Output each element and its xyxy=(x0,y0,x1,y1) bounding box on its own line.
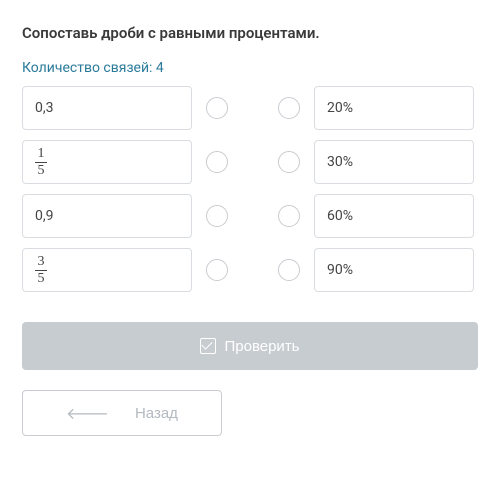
matching-rows: 0,3 20% 1 5 30% 0,9 60% xyxy=(22,86,478,292)
right-item-2[interactable]: 60% xyxy=(314,194,474,238)
fraction-icon: 3 5 xyxy=(35,255,47,286)
fraction-denominator: 5 xyxy=(35,270,47,286)
match-row: 0,3 20% xyxy=(22,86,478,130)
right-connector-3[interactable] xyxy=(278,259,300,281)
connections-count: Количество связей: 4 xyxy=(22,60,478,76)
right-item-0[interactable]: 20% xyxy=(314,86,474,130)
check-button[interactable]: Проверить xyxy=(22,322,478,370)
fraction-numerator: 3 xyxy=(38,255,45,270)
left-connector-1[interactable] xyxy=(206,151,228,173)
left-connector-2[interactable] xyxy=(206,205,228,227)
check-icon xyxy=(200,338,216,354)
right-connector-1[interactable] xyxy=(278,151,300,173)
left-value: 0,9 xyxy=(35,208,54,224)
right-connector-2[interactable] xyxy=(278,205,300,227)
left-item-3[interactable]: 3 5 xyxy=(22,248,192,292)
right-value: 60% xyxy=(327,208,353,224)
back-button-label: Назад xyxy=(135,405,178,422)
question-title: Сопоставь дроби с равными процентами. xyxy=(22,24,478,42)
back-button[interactable]: 🡐 Назад xyxy=(22,390,222,436)
left-item-0[interactable]: 0,3 xyxy=(22,86,192,130)
left-item-2[interactable]: 0,9 xyxy=(22,194,192,238)
match-row: 0,9 60% xyxy=(22,194,478,238)
left-value: 0,3 xyxy=(35,100,54,116)
fraction-icon: 1 5 xyxy=(35,147,47,178)
left-connector-3[interactable] xyxy=(206,259,228,281)
fraction-denominator: 5 xyxy=(35,162,47,178)
match-row: 3 5 90% xyxy=(22,248,478,292)
check-button-label: Проверить xyxy=(224,338,299,355)
right-item-1[interactable]: 30% xyxy=(314,140,474,184)
right-value: 20% xyxy=(327,100,353,116)
right-connector-0[interactable] xyxy=(278,97,300,119)
right-value: 90% xyxy=(327,262,353,278)
right-value: 30% xyxy=(327,154,353,170)
fraction-numerator: 1 xyxy=(38,147,45,162)
left-connector-0[interactable] xyxy=(206,97,228,119)
arrow-left-icon: 🡐 xyxy=(66,403,109,424)
right-item-3[interactable]: 90% xyxy=(314,248,474,292)
match-row: 1 5 30% xyxy=(22,140,478,184)
left-item-1[interactable]: 1 5 xyxy=(22,140,192,184)
